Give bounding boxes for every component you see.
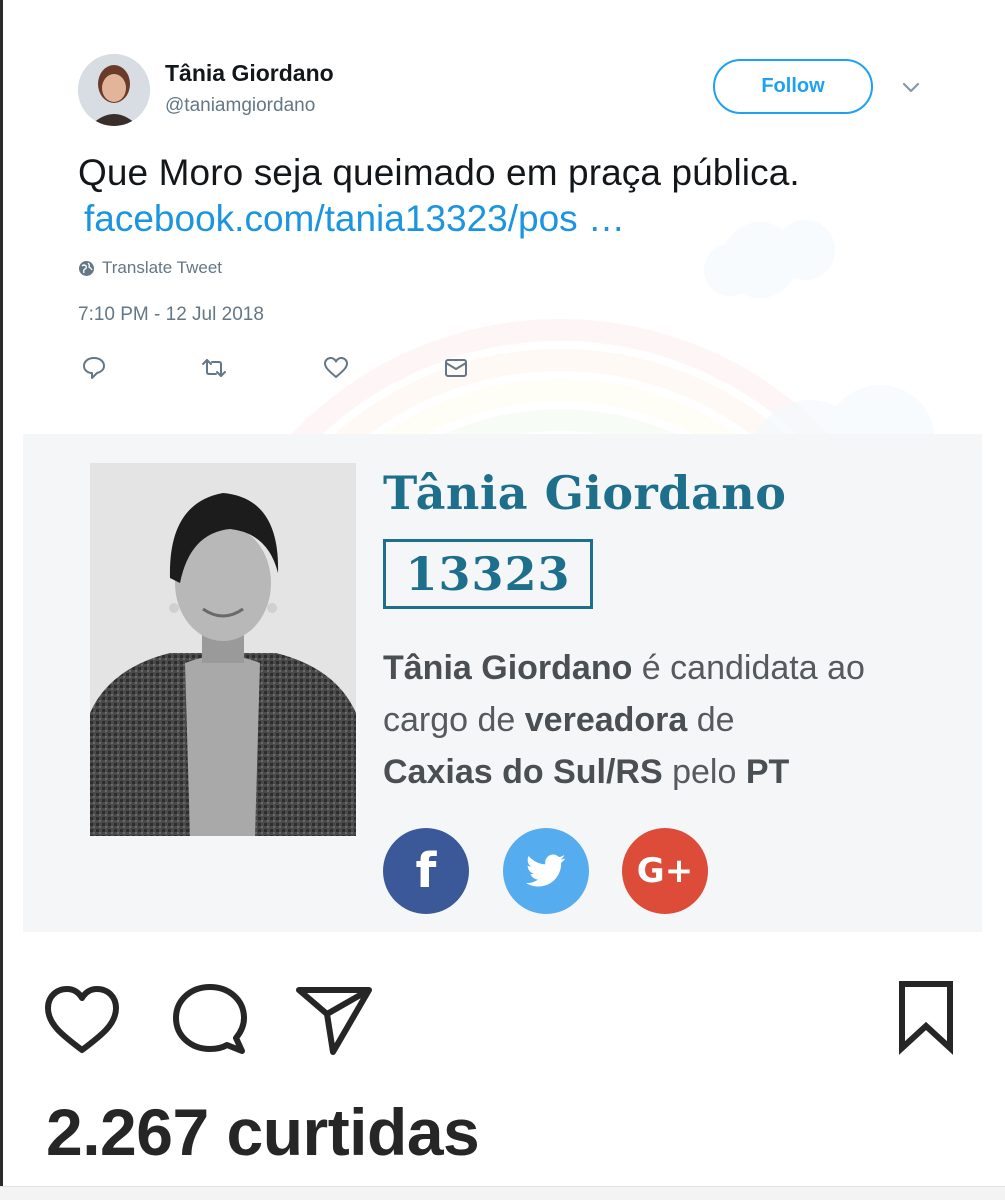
- translate-tweet[interactable]: Translate Tweet: [78, 258, 222, 278]
- candidate-photo: [90, 463, 356, 836]
- candidate-number: 13323: [383, 539, 593, 609]
- facebook-share-button[interactable]: f: [383, 828, 469, 914]
- author-name[interactable]: Tânia Giordano: [165, 60, 334, 87]
- googleplus-icon: G+: [636, 851, 694, 891]
- candidate-name: Tânia Giordano: [383, 466, 787, 520]
- tweet-timestamp[interactable]: 7:10 PM - 12 Jul 2018: [78, 304, 264, 326]
- twitter-bird-icon: [526, 854, 566, 887]
- desc-text-3: pelo: [662, 753, 746, 791]
- candidate-description: Tânia Giordano é candidata ao cargo de v…: [383, 642, 943, 798]
- tweet-text: Que Moro seja queimado em praça pública.: [78, 152, 800, 193]
- left-border: [0, 0, 3, 1200]
- reply-icon[interactable]: [81, 355, 107, 381]
- likes-count[interactable]: 2.267 curtidas: [46, 1094, 480, 1170]
- facebook-icon: f: [415, 843, 437, 899]
- tweet-link[interactable]: facebook.com/tania13323/pos …: [84, 196, 625, 242]
- bottom-divider: [0, 1186, 1005, 1200]
- follow-button[interactable]: Follow: [713, 59, 873, 114]
- desc-city: Caxias do Sul/RS: [383, 753, 663, 791]
- author-avatar[interactable]: [78, 54, 150, 126]
- author-handle[interactable]: @taniamgiordano: [165, 95, 315, 117]
- like-icon[interactable]: [323, 355, 349, 381]
- globe-icon: [79, 260, 94, 276]
- message-icon[interactable]: [443, 355, 469, 381]
- googleplus-share-button[interactable]: G+: [622, 828, 708, 914]
- retweet-icon[interactable]: [201, 355, 227, 381]
- bookmark-icon[interactable]: [886, 978, 966, 1058]
- heart-icon[interactable]: [42, 980, 122, 1060]
- chevron-down-icon[interactable]: [900, 76, 922, 98]
- send-icon[interactable]: [293, 980, 373, 1060]
- desc-party: PT: [745, 753, 790, 791]
- desc-text-2: de: [687, 701, 735, 739]
- desc-role: vereadora: [524, 701, 688, 739]
- translate-label: Translate Tweet: [102, 258, 223, 277]
- twitter-share-button[interactable]: [503, 828, 589, 914]
- comment-icon[interactable]: [170, 980, 250, 1060]
- avatar-image: [78, 54, 150, 126]
- desc-name: Tânia Giordano: [383, 649, 633, 687]
